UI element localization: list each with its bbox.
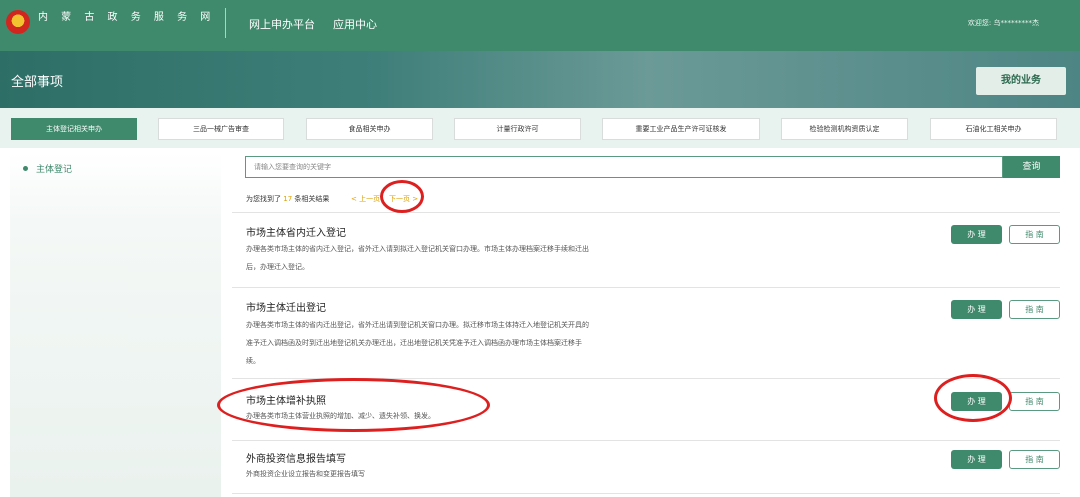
do-button[interactable]: 办 理	[951, 300, 1002, 319]
result-suffix: 条相关结果	[294, 195, 330, 203]
search-input[interactable]: 请输入您要查询的关键字	[245, 156, 1003, 178]
nav-app-center[interactable]: 应用中心	[333, 16, 377, 32]
tab-metrology[interactable]: 计量行政许可	[454, 118, 581, 140]
item-description: 办理各类市场主体的省内迁入登记，省外迁入请到拟迁入登记机关窗口办理。市场主体办理…	[246, 245, 589, 271]
list-divider	[232, 212, 1060, 213]
guide-button[interactable]: 指 南	[1009, 300, 1060, 319]
bullet-icon	[23, 166, 28, 171]
my-business-button[interactable]: 我的业务	[976, 67, 1066, 95]
item-title[interactable]: 市场主体省内迁入登记	[246, 224, 346, 239]
item-description: 办理各类市场主体的省内迁出登记，省外迁出请到登记机关窗口办理。拟迁移市场主体持迁…	[246, 321, 589, 365]
item-title[interactable]: 市场主体迁出登记	[246, 299, 326, 314]
item-description: 外商投资企业设立报告和变更报告填写	[246, 470, 365, 478]
tab-inspection[interactable]: 检验检测机构资质认定	[781, 118, 908, 140]
item-title[interactable]: 外商投资信息报告填写	[246, 450, 346, 465]
nav-online-platform[interactable]: 网上申办平台	[249, 16, 315, 32]
national-emblem-icon	[6, 10, 30, 34]
guide-button[interactable]: 指 南	[1009, 225, 1060, 244]
tab-food[interactable]: 食品相关申办	[306, 118, 433, 140]
category-tabbar: 主体登记相关申办 三品一械广告审查 食品相关申办 计量行政许可 重要工业产品生产…	[0, 108, 1080, 148]
search-button[interactable]: 查询	[1003, 156, 1060, 178]
result-summary: 为您找到了 17 条相关结果	[246, 194, 329, 204]
annotation-circle-do-button	[934, 374, 1012, 422]
user-greeting[interactable]: 欢迎您: 乌*********杰	[968, 18, 1039, 28]
site-name: 内 蒙 古 政 务 服 务 网	[38, 12, 216, 23]
guide-button[interactable]: 指 南	[1009, 392, 1060, 411]
tab-ad-review[interactable]: 三品一械广告审查	[158, 118, 284, 140]
prev-page-link[interactable]: < 上一页	[351, 194, 380, 204]
page-banner: 全部事项	[0, 51, 1080, 108]
result-count: 17	[283, 195, 293, 203]
sidebar: 主体登记	[10, 153, 221, 497]
do-button[interactable]: 办 理	[951, 225, 1002, 244]
guide-button[interactable]: 指 南	[1009, 450, 1060, 469]
top-header: 内 蒙 古 政 务 服 务 网 网上申办平台 应用中心 欢迎您: 乌******…	[0, 0, 1080, 51]
annotation-circle-next-page	[380, 180, 424, 213]
list-divider	[232, 493, 1060, 494]
result-prefix: 为您找到了	[246, 195, 281, 203]
header-divider	[225, 8, 226, 38]
annotation-circle-item-title	[217, 378, 490, 432]
page-title: 全部事项	[11, 75, 64, 90]
do-button[interactable]: 办 理	[951, 450, 1002, 469]
tab-petrochemical[interactable]: 石油化工相关申办	[930, 118, 1057, 140]
tab-subject-registration[interactable]: 主体登记相关申办	[11, 118, 137, 140]
list-divider	[232, 287, 1060, 288]
sidebar-item-subject-registration[interactable]: 主体登记	[36, 162, 72, 175]
list-divider	[232, 440, 1060, 441]
tab-industrial-license[interactable]: 重要工业产品生产许可证核发	[602, 118, 760, 140]
